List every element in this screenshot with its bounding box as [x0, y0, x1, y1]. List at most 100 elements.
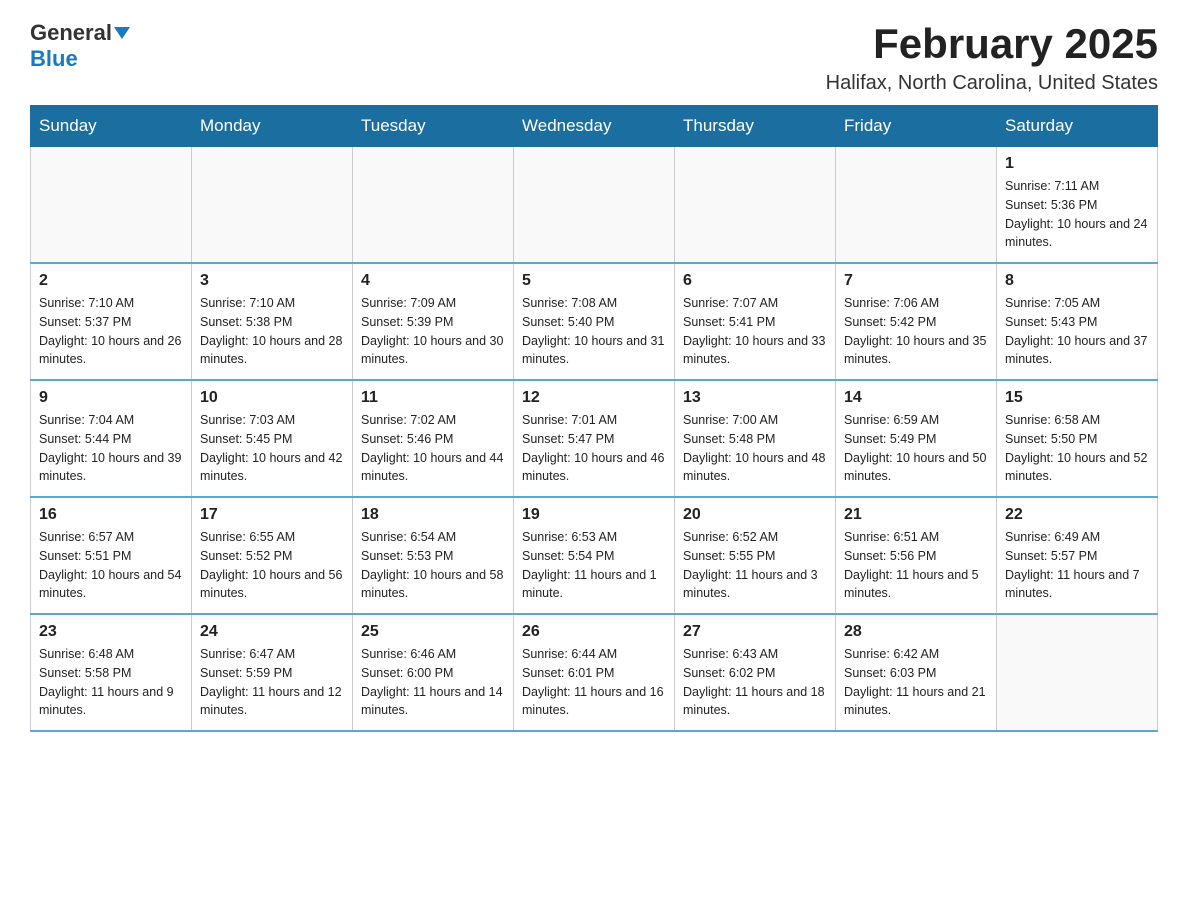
calendar-cell: 10Sunrise: 7:03 AM Sunset: 5:45 PM Dayli… [192, 380, 353, 497]
day-number: 10 [200, 389, 344, 407]
calendar-cell: 4 Sunrise: 7:09 AM Sunset: 5:39 PM Daylig… [353, 263, 514, 380]
day-info: Sunrise: 6:44 AM Sunset: 6:01 PM Dayligh… [522, 645, 666, 720]
calendar-cell: 24 Sunrise: 6:47 AM Sunset: 5:59 PM Dayli… [192, 614, 353, 731]
day-number: 3 [200, 272, 344, 290]
day-info: Sunrise: 7:10 AM Sunset: 5:38 PM Dayligh… [200, 294, 344, 369]
day-info: Sunrise: 6:46 AM Sunset: 6:00 PM Dayligh… [361, 645, 505, 720]
calendar-cell: 21 Sunrise: 6:51 AM Sunset: 5:56 PM Dayli… [836, 497, 997, 614]
calendar-cell: 13Sunrise: 7:00 AM Sunset: 5:48 PM Dayli… [675, 380, 836, 497]
calendar-cell: 7 Sunrise: 7:06 AM Sunset: 5:42 PM Daylig… [836, 263, 997, 380]
day-number: 14 [844, 389, 988, 407]
calendar-cell [997, 614, 1158, 731]
calendar-week-4: 16 Sunrise: 6:57 AM Sunset: 5:51 PM Dayli… [31, 497, 1158, 614]
header-sunday: Sunday [31, 106, 192, 147]
day-info: Sunrise: 7:05 AM Sunset: 5:43 PM Dayligh… [1005, 294, 1149, 369]
calendar-cell [675, 147, 836, 264]
day-number: 22 [1005, 506, 1149, 524]
day-number: 16 [39, 506, 183, 524]
day-number: 1 [1005, 155, 1149, 173]
day-info: Sunrise: 6:52 AM Sunset: 5:55 PM Dayligh… [683, 528, 827, 603]
logo-triangle-icon [114, 27, 130, 39]
calendar-cell: 28Sunrise: 6:42 AM Sunset: 6:03 PM Dayli… [836, 614, 997, 731]
day-info: Sunrise: 6:51 AM Sunset: 5:56 PM Dayligh… [844, 528, 988, 603]
day-info: Sunrise: 7:02 AM Sunset: 5:46 PM Dayligh… [361, 411, 505, 486]
calendar-cell: 18 Sunrise: 6:54 AM Sunset: 5:53 PM Dayli… [353, 497, 514, 614]
day-info: Sunrise: 7:09 AM Sunset: 5:39 PM Dayligh… [361, 294, 505, 369]
calendar-header-row: SundayMondayTuesdayWednesdayThursdayFrid… [31, 106, 1158, 147]
calendar-cell: 2 Sunrise: 7:10 AM Sunset: 5:37 PM Daylig… [31, 263, 192, 380]
day-number: 26 [522, 623, 666, 641]
calendar-cell: 9 Sunrise: 7:04 AM Sunset: 5:44 PM Daylig… [31, 380, 192, 497]
day-info: Sunrise: 6:48 AM Sunset: 5:58 PM Dayligh… [39, 645, 183, 720]
day-info: Sunrise: 6:59 AM Sunset: 5:49 PM Dayligh… [844, 411, 988, 486]
calendar-cell: 5 Sunrise: 7:08 AM Sunset: 5:40 PM Daylig… [514, 263, 675, 380]
header-wednesday: Wednesday [514, 106, 675, 147]
month-title: February 2025 [826, 20, 1158, 68]
header-saturday: Saturday [997, 106, 1158, 147]
day-info: Sunrise: 6:42 AM Sunset: 6:03 PM Dayligh… [844, 645, 988, 720]
calendar-cell: 3 Sunrise: 7:10 AM Sunset: 5:38 PM Daylig… [192, 263, 353, 380]
day-info: Sunrise: 6:57 AM Sunset: 5:51 PM Dayligh… [39, 528, 183, 603]
calendar-cell: 14 Sunrise: 6:59 AM Sunset: 5:49 PM Dayli… [836, 380, 997, 497]
day-info: Sunrise: 6:53 AM Sunset: 5:54 PM Dayligh… [522, 528, 666, 603]
header-friday: Friday [836, 106, 997, 147]
calendar-cell: 8 Sunrise: 7:05 AM Sunset: 5:43 PM Daylig… [997, 263, 1158, 380]
day-number: 17 [200, 506, 344, 524]
calendar-cell: 23Sunrise: 6:48 AM Sunset: 5:58 PM Dayli… [31, 614, 192, 731]
day-info: Sunrise: 7:07 AM Sunset: 5:41 PM Dayligh… [683, 294, 827, 369]
day-info: Sunrise: 6:49 AM Sunset: 5:57 PM Dayligh… [1005, 528, 1149, 603]
calendar-week-1: 1 Sunrise: 7:11 AM Sunset: 5:36 PM Daylig… [31, 147, 1158, 264]
calendar-week-3: 9 Sunrise: 7:04 AM Sunset: 5:44 PM Daylig… [31, 380, 1158, 497]
calendar-cell: 17Sunrise: 6:55 AM Sunset: 5:52 PM Dayli… [192, 497, 353, 614]
calendar-cell: 6 Sunrise: 7:07 AM Sunset: 5:41 PM Daylig… [675, 263, 836, 380]
day-info: Sunrise: 7:06 AM Sunset: 5:42 PM Dayligh… [844, 294, 988, 369]
day-number: 6 [683, 272, 827, 290]
calendar-cell: 12Sunrise: 7:01 AM Sunset: 5:47 PM Dayli… [514, 380, 675, 497]
day-info: Sunrise: 7:11 AM Sunset: 5:36 PM Dayligh… [1005, 177, 1149, 252]
calendar-cell: 15Sunrise: 6:58 AM Sunset: 5:50 PM Dayli… [997, 380, 1158, 497]
calendar-cell [836, 147, 997, 264]
day-number: 7 [844, 272, 988, 290]
logo-blue-text: Blue [30, 46, 78, 72]
day-info: Sunrise: 7:04 AM Sunset: 5:44 PM Dayligh… [39, 411, 183, 486]
day-number: 27 [683, 623, 827, 641]
header-tuesday: Tuesday [353, 106, 514, 147]
calendar-cell [192, 147, 353, 264]
calendar-week-5: 23Sunrise: 6:48 AM Sunset: 5:58 PM Dayli… [31, 614, 1158, 731]
day-number: 9 [39, 389, 183, 407]
header-monday: Monday [192, 106, 353, 147]
calendar-cell: 11 Sunrise: 7:02 AM Sunset: 5:46 PM Dayli… [353, 380, 514, 497]
calendar-cell [31, 147, 192, 264]
day-number: 24 [200, 623, 344, 641]
calendar-cell: 19 Sunrise: 6:53 AM Sunset: 5:54 PM Dayli… [514, 497, 675, 614]
day-number: 2 [39, 272, 183, 290]
day-info: Sunrise: 6:43 AM Sunset: 6:02 PM Dayligh… [683, 645, 827, 720]
calendar-cell: 25 Sunrise: 6:46 AM Sunset: 6:00 PM Dayli… [353, 614, 514, 731]
calendar-week-2: 2 Sunrise: 7:10 AM Sunset: 5:37 PM Daylig… [31, 263, 1158, 380]
calendar-cell: 27 Sunrise: 6:43 AM Sunset: 6:02 PM Dayli… [675, 614, 836, 731]
day-info: Sunrise: 7:10 AM Sunset: 5:37 PM Dayligh… [39, 294, 183, 369]
calendar-cell: 1 Sunrise: 7:11 AM Sunset: 5:36 PM Daylig… [997, 147, 1158, 264]
calendar-cell [353, 147, 514, 264]
day-number: 11 [361, 389, 505, 407]
day-number: 4 [361, 272, 505, 290]
calendar-cell: 16 Sunrise: 6:57 AM Sunset: 5:51 PM Dayli… [31, 497, 192, 614]
day-number: 18 [361, 506, 505, 524]
day-info: Sunrise: 6:47 AM Sunset: 5:59 PM Dayligh… [200, 645, 344, 720]
calendar-cell: 26 Sunrise: 6:44 AM Sunset: 6:01 PM Dayli… [514, 614, 675, 731]
day-number: 5 [522, 272, 666, 290]
day-number: 8 [1005, 272, 1149, 290]
day-number: 25 [361, 623, 505, 641]
day-number: 21 [844, 506, 988, 524]
calendar-cell: 20Sunrise: 6:52 AM Sunset: 5:55 PM Dayli… [675, 497, 836, 614]
day-info: Sunrise: 6:54 AM Sunset: 5:53 PM Dayligh… [361, 528, 505, 603]
logo-general-text: General [30, 20, 112, 46]
calendar-table: SundayMondayTuesdayWednesdayThursdayFrid… [30, 105, 1158, 732]
location-title: Halifax, North Carolina, United States [826, 72, 1158, 95]
title-block: February 2025 Halifax, North Carolina, U… [826, 20, 1158, 95]
day-info: Sunrise: 7:08 AM Sunset: 5:40 PM Dayligh… [522, 294, 666, 369]
day-number: 12 [522, 389, 666, 407]
day-number: 19 [522, 506, 666, 524]
day-info: Sunrise: 7:00 AM Sunset: 5:48 PM Dayligh… [683, 411, 827, 486]
header-thursday: Thursday [675, 106, 836, 147]
